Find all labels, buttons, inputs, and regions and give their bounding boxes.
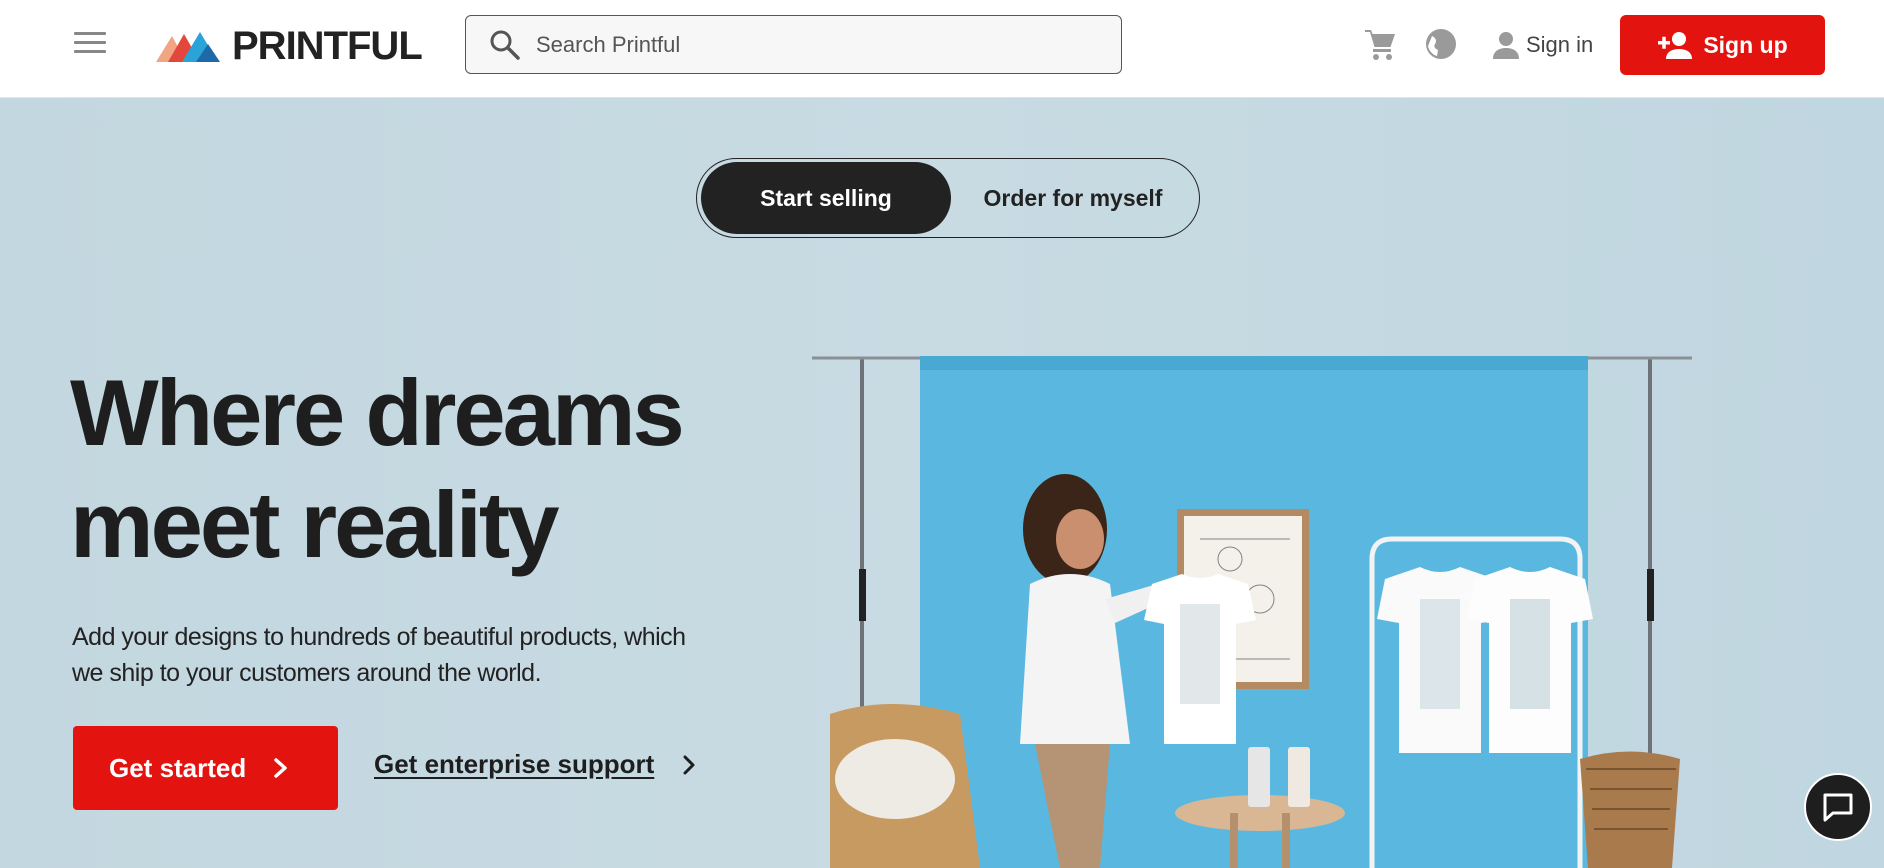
sign-in-link[interactable]: Sign in [1490, 26, 1593, 64]
enterprise-support-link[interactable]: Get enterprise support [374, 749, 696, 780]
search-bar[interactable] [465, 15, 1122, 74]
search-input[interactable] [536, 31, 1096, 58]
logo-mountains-icon [156, 32, 220, 62]
sign-up-label: Sign up [1703, 31, 1788, 58]
hero-section: Start selling Order for myself Where dre… [0, 99, 1884, 868]
get-started-label: Get started [109, 752, 247, 783]
sign-up-button[interactable]: Sign up [1620, 15, 1825, 75]
logo-text: PRINTFUL [232, 23, 423, 68]
tab-start-selling[interactable]: Start selling [701, 162, 951, 234]
user-icon [1493, 32, 1519, 59]
chevron-right-icon [274, 758, 288, 778]
chat-bubble-icon [1823, 793, 1853, 822]
cart-icon[interactable] [1362, 27, 1398, 63]
tab-order-for-myself[interactable]: Order for myself [951, 162, 1195, 234]
hero-photo-scene [812, 356, 1692, 868]
search-icon [490, 30, 520, 60]
headline-line-2: meet reality [70, 472, 560, 577]
enterprise-support-label: Get enterprise support [374, 749, 655, 779]
sign-in-label: Sign in [1526, 32, 1594, 57]
hero-subtext: Add your designs to hundreds of beautifu… [72, 623, 686, 687]
chevron-right-icon [683, 755, 695, 774]
chat-button[interactable] [1804, 773, 1872, 841]
printful-logo[interactable]: PRINTFUL [156, 23, 423, 68]
hamburger-menu-icon[interactable] [74, 32, 106, 56]
globe-icon[interactable] [1424, 27, 1458, 61]
add-user-icon [1658, 32, 1693, 59]
hero-headline: Where dreams meet reality [70, 357, 685, 581]
get-started-button[interactable]: Get started [73, 726, 338, 810]
site-header: PRINTFUL Sign in Sign up [0, 0, 1884, 98]
audience-toggle: Start selling Order for myself [696, 158, 1200, 238]
headline-line-1: Where dreams [70, 360, 685, 465]
